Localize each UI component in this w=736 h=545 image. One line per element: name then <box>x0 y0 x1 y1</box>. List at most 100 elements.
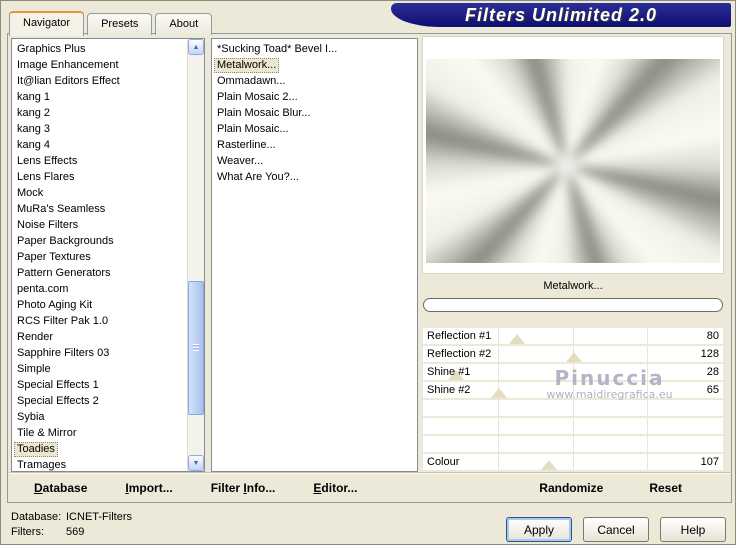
apply-button[interactable]: Apply <box>506 517 572 542</box>
category-item-label: Tile & Mirror <box>17 427 77 439</box>
swirl-preview-image <box>426 59 720 263</box>
filter-item[interactable]: Metalwork... <box>212 57 417 73</box>
database-button[interactable]: Database <box>34 481 87 495</box>
scrollbar-track[interactable] <box>188 55 204 455</box>
category-item[interactable]: Lens Flares <box>12 169 187 185</box>
slider-reflection-1[interactable]: Reflection #1 80 <box>423 328 723 344</box>
category-scrollbar[interactable]: ▲ ▼ <box>187 39 204 471</box>
filter-item[interactable]: Rasterline... <box>212 137 417 153</box>
category-item[interactable]: MuRa's Seamless <box>12 201 187 217</box>
category-item[interactable]: kang 1 <box>12 89 187 105</box>
category-item[interactable]: Tramages <box>12 457 187 471</box>
category-item[interactable]: kang 3 <box>12 121 187 137</box>
dialog-buttons: Apply Cancel Help <box>506 517 726 542</box>
category-item-label: Tramages <box>17 459 67 471</box>
cancel-button[interactable]: Cancel <box>583 517 649 542</box>
category-item-label: Special Effects 2 <box>17 395 99 407</box>
category-item-label: penta.com <box>17 283 69 295</box>
category-item-label: kang 1 <box>17 91 51 103</box>
import-button[interactable]: Import... <box>125 481 172 495</box>
slider-empty-row <box>423 400 723 416</box>
category-item[interactable]: kang 2 <box>12 105 187 121</box>
category-item[interactable]: Noise Filters <box>12 217 187 233</box>
category-item[interactable]: penta.com <box>12 281 187 297</box>
slider-value: 65 <box>706 384 719 396</box>
category-item-label: Photo Aging Kit <box>17 299 93 311</box>
selected-filter-caption: Metalwork... <box>543 280 603 292</box>
category-item[interactable]: Graphics Plus <box>12 41 187 57</box>
progress-bar <box>423 298 723 312</box>
category-item[interactable]: RCS Filter Pak 1.0 <box>12 313 187 329</box>
tab-presets[interactable]: Presets <box>87 13 153 35</box>
randomize-button[interactable]: Randomize <box>539 481 603 495</box>
filter-item[interactable]: Plain Mosaic 2... <box>212 89 417 105</box>
category-item[interactable]: kang 4 <box>12 137 187 153</box>
filter-item-label: Weaver... <box>217 155 264 167</box>
filter-item[interactable]: Ommadawn... <box>212 73 417 89</box>
title-banner: Filters Unlimited 2.0 <box>391 3 731 27</box>
scroll-down-button[interactable]: ▼ <box>188 455 204 471</box>
category-item-label: MuRa's Seamless <box>17 203 106 215</box>
scroll-up-button[interactable]: ▲ <box>188 39 204 55</box>
status-filters-row: Filters: 569 <box>11 525 132 540</box>
category-item-label: Paper Textures <box>17 251 91 263</box>
category-item[interactable]: Mock <box>12 185 187 201</box>
reset-button[interactable]: Reset <box>649 481 682 495</box>
filter-item-label: Plain Mosaic Blur... <box>217 107 311 119</box>
category-item[interactable]: Paper Textures <box>12 249 187 265</box>
category-item-label: Lens Effects <box>17 155 78 167</box>
filter-item-label: Metalwork... <box>214 58 280 73</box>
category-item[interactable]: Lens Effects <box>12 153 187 169</box>
tab-about[interactable]: About <box>155 13 213 35</box>
filter-item[interactable]: What Are You?... <box>212 169 417 185</box>
category-item-label: Sapphire Filters 03 <box>17 347 110 359</box>
filter-settings-panel: Metalwork... Reflection #1 80 Reflection #… <box>422 36 724 474</box>
category-item[interactable]: Photo Aging Kit <box>12 297 187 313</box>
slider-value: 107 <box>700 456 719 468</box>
slider-handle-triangle[interactable] <box>509 334 526 344</box>
filter-item-label: Rasterline... <box>217 139 276 151</box>
slider-label: Reflection #1 <box>427 330 492 342</box>
category-item[interactable]: Tile & Mirror <box>12 425 187 441</box>
help-button[interactable]: Help <box>660 517 726 542</box>
preview-image-frame <box>426 59 720 263</box>
category-item[interactable]: Special Effects 2 <box>12 393 187 409</box>
slider-value: 28 <box>706 366 719 378</box>
editor-button[interactable]: Editor... <box>313 481 357 495</box>
category-item[interactable]: Paper Backgrounds <box>12 233 187 249</box>
category-item-label: It@lian Editors Effect <box>17 75 120 87</box>
category-item[interactable]: Toadies <box>12 441 187 457</box>
category-item-label: kang 3 <box>17 123 51 135</box>
category-item[interactable]: Sybia <box>12 409 187 425</box>
category-item[interactable]: It@lian Editors Effect <box>12 73 187 89</box>
filter-item[interactable]: Plain Mosaic... <box>212 121 417 137</box>
filter-item[interactable]: *Sucking Toad* Bevel I... <box>212 41 417 57</box>
slider-value: 80 <box>706 330 719 342</box>
slider-handle-triangle[interactable] <box>565 352 582 362</box>
category-item-label: RCS Filter Pak 1.0 <box>17 315 109 327</box>
slider-shine-2[interactable]: Shine #2 65 <box>423 382 723 398</box>
slider-reflection-2[interactable]: Reflection #2 128 <box>423 346 723 362</box>
category-item[interactable]: Special Effects 1 <box>12 377 187 393</box>
slider-label: Shine #2 <box>427 384 471 396</box>
category-item[interactable]: Simple <box>12 361 187 377</box>
filter-preview[interactable] <box>422 36 724 274</box>
filter-item[interactable]: Weaver... <box>212 153 417 169</box>
category-item-label: Lens Flares <box>17 171 75 183</box>
status-filters-value: 569 <box>66 526 85 538</box>
category-item[interactable]: Image Enhancement <box>12 57 187 73</box>
slider-label: Shine #1 <box>427 366 471 378</box>
slider-stack: Reflection #1 80 Reflection #2 128 Shine #1 2… <box>423 328 723 472</box>
category-item[interactable]: Render <box>12 329 187 345</box>
category-item[interactable]: Sapphire Filters 03 <box>12 345 187 361</box>
arrow-up-icon: ▲ <box>192 44 200 51</box>
category-item[interactable]: Pattern Generators <box>12 265 187 281</box>
slider-shine-1[interactable]: Shine #1 28 <box>423 364 723 380</box>
filter-info-button[interactable]: Filter Info... <box>211 481 276 495</box>
scrollbar-thumb[interactable] <box>188 281 204 415</box>
filter-item[interactable]: Plain Mosaic Blur... <box>212 105 417 121</box>
slider-handle-triangle[interactable] <box>491 388 508 398</box>
slider-handle-triangle[interactable] <box>540 460 557 470</box>
slider-colour[interactable]: Colour 107 <box>423 454 723 470</box>
tab-navigator[interactable]: Navigator <box>9 11 85 36</box>
